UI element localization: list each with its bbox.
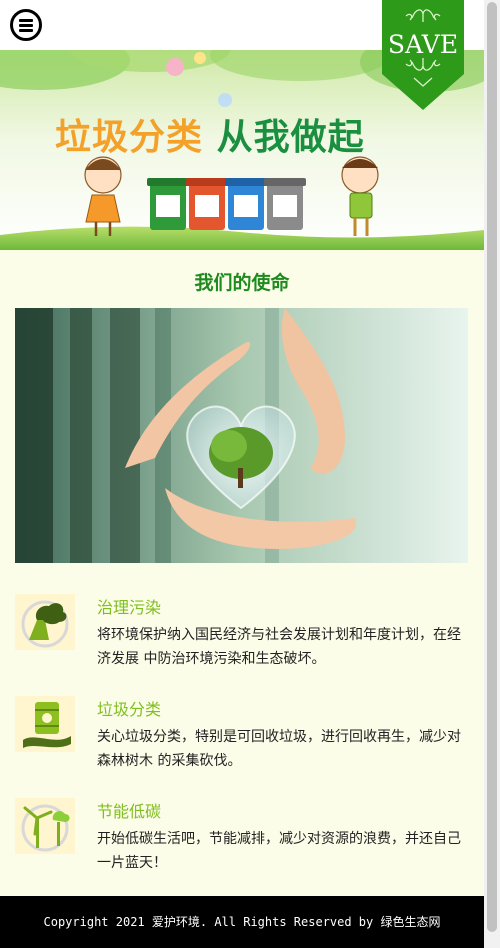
save-button[interactable]: SAVE	[382, 0, 464, 110]
feature-desc: 关心垃圾分类，特别是可回收垃圾，进行回收再生，减少对森林树木 的采集砍伐。	[97, 729, 461, 769]
banner-title-part2: 从我做起	[216, 117, 365, 158]
footer-copyright: Copyright 2021 爱护环境. All Rights Reserved…	[0, 896, 484, 948]
banner-title-part1: 垃圾分类	[55, 117, 204, 158]
banner-title: 垃圾分类 从我做起	[55, 108, 365, 160]
feature-title: 节能低碳	[97, 802, 162, 821]
hamburger-menu-icon[interactable]	[10, 9, 42, 41]
mission-title: 我们的使命	[194, 272, 290, 294]
scrollbar-thumb[interactable]	[487, 2, 497, 932]
feature-title: 治理污染	[97, 598, 162, 617]
toxic-barrel-icon	[15, 696, 75, 752]
feature-title: 垃圾分类	[97, 700, 162, 719]
factory-smoke-icon	[15, 594, 75, 650]
wind-turbine-icon	[15, 798, 75, 854]
feature-desc: 开始低碳生活吧，节能减排，减少对资源的浪费，并还自己一片蓝天！	[97, 831, 461, 871]
hands-heart-tree-image	[15, 308, 468, 563]
vertical-scrollbar[interactable]	[484, 0, 500, 948]
feature-desc: 将环境保护纳入国民经济与社会发展计划和年度计划，在经济发展 中防治环境污染和生态…	[97, 627, 461, 667]
save-label: SAVE	[387, 30, 459, 59]
mission-photo	[15, 308, 468, 563]
page: SAVE 垃圾分类 从我做起 我们的使命 治理污染 将环境保护纳入国民经济与社会…	[0, 0, 484, 948]
